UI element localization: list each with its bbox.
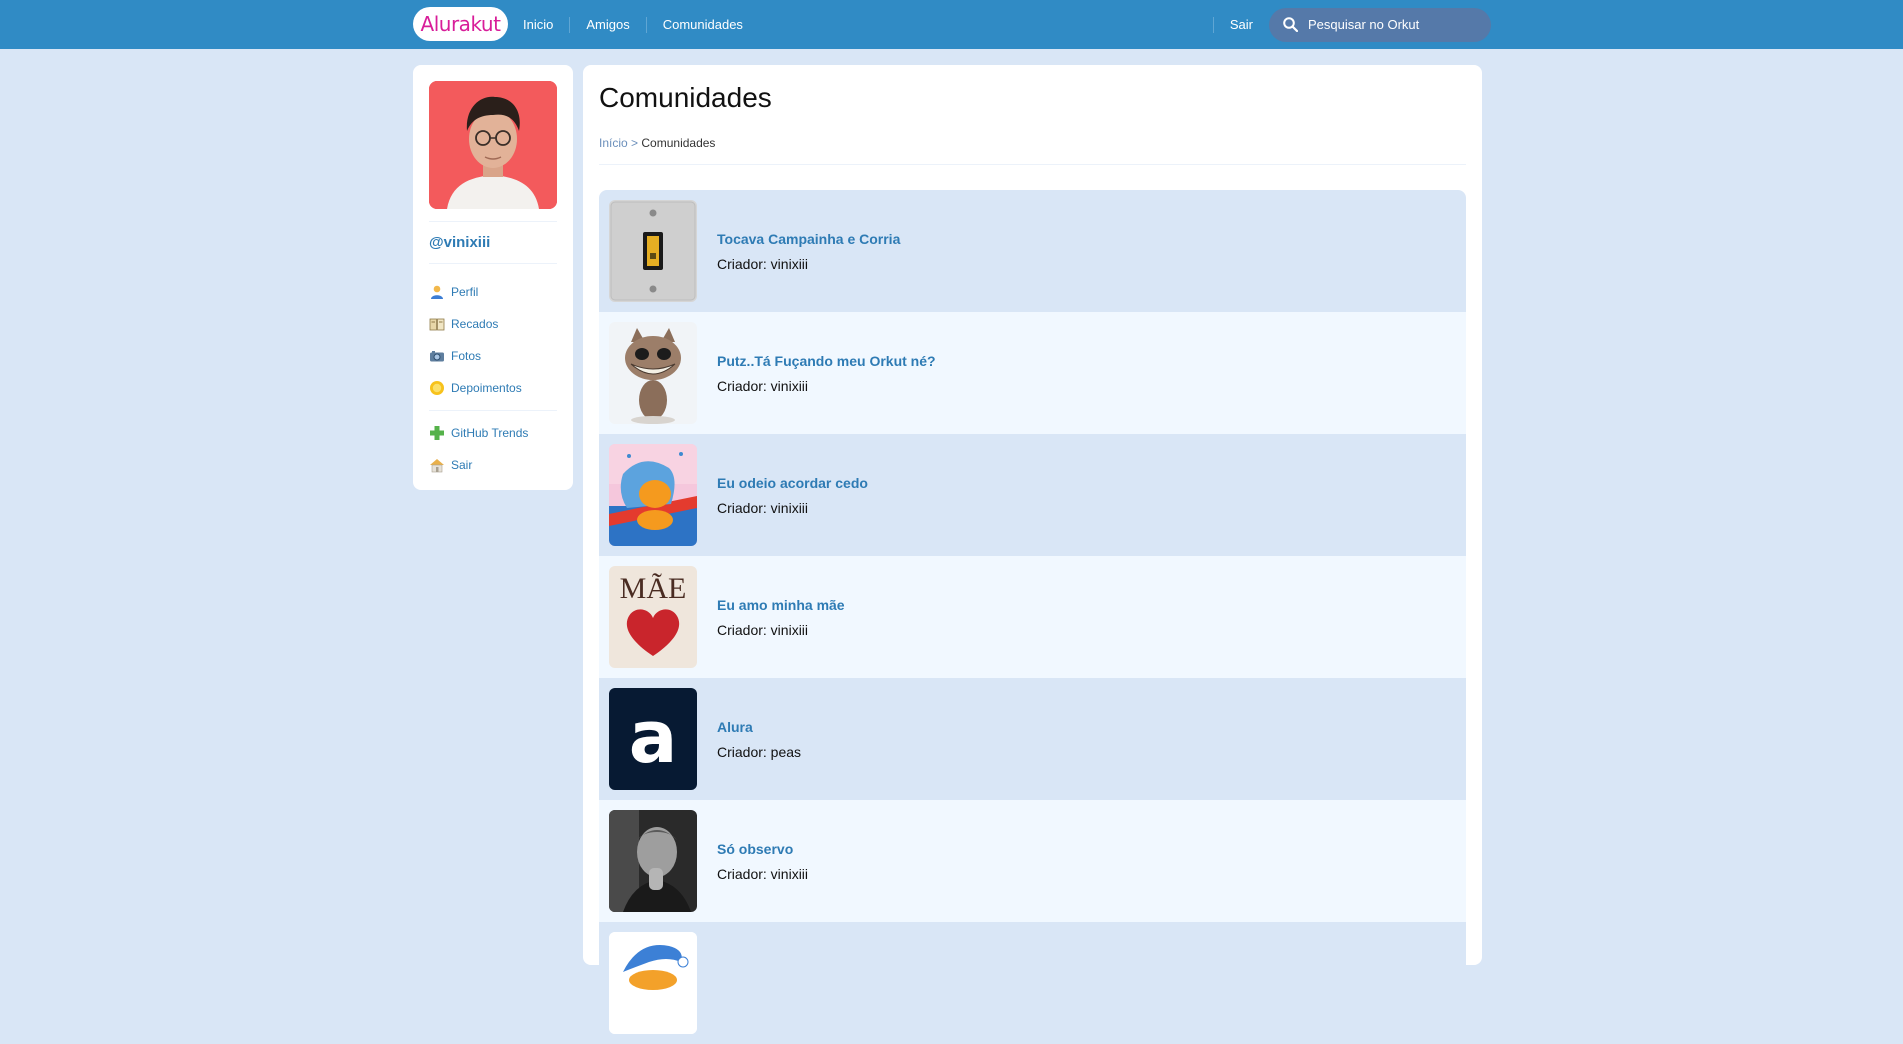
sleeping-cap-image xyxy=(609,932,697,1034)
menu-label-fotos[interactable]: Fotos xyxy=(451,349,481,363)
nav-amigos[interactable]: Amigos xyxy=(569,16,645,33)
community-name[interactable]: Eu amo minha mãe xyxy=(717,597,845,613)
profile-sidebar: @vinixiii Perfil Recados Fotos Depoiment… xyxy=(413,65,573,490)
nav-comunidades[interactable]: Comunidades xyxy=(645,16,759,33)
nav-inicio[interactable]: Inicio xyxy=(523,17,569,33)
communities-panel: Comunidades Início > Comunidades Tocava … xyxy=(583,65,1482,1044)
garfield-image xyxy=(609,444,697,546)
community-item[interactable]: Putz..Tá Fuçando meu Orkut né? Criador: … xyxy=(599,312,1466,434)
plus-icon xyxy=(430,426,444,440)
search-box[interactable] xyxy=(1269,7,1491,42)
user-icon xyxy=(431,285,443,299)
menu-label-depoimentos[interactable]: Depoimentos xyxy=(451,381,522,395)
menu-item-depoimentos[interactable]: Depoimentos xyxy=(429,372,557,404)
community-thumb[interactable]: MÃE xyxy=(609,566,697,668)
community-item[interactable]: a Alura Criador: peas xyxy=(599,678,1466,800)
community-thumb[interactable] xyxy=(609,444,697,546)
community-thumb[interactable] xyxy=(609,810,697,912)
sun-icon xyxy=(430,381,444,395)
alura-logo: a xyxy=(628,695,678,779)
menu-item-perfil[interactable]: Perfil xyxy=(429,276,557,308)
community-creator: Criador: peas xyxy=(717,743,802,760)
profile-menu: Perfil Recados Fotos Depoimentos xyxy=(429,276,557,404)
nav-right: Sair xyxy=(1212,0,1491,49)
menu-label-github-trends[interactable]: GitHub Trends xyxy=(451,426,528,440)
breadcrumb-current: Comunidades xyxy=(641,136,716,150)
home-icon xyxy=(430,459,444,473)
community-name[interactable]: Tocava Campainha e Corria xyxy=(717,231,900,247)
grinning-cat-image xyxy=(609,322,697,424)
community-name[interactable]: Alura xyxy=(717,719,801,735)
camera-icon xyxy=(430,351,444,362)
profile-username[interactable]: @vinixiii xyxy=(429,234,557,251)
menu-label-perfil[interactable]: Perfil xyxy=(451,285,478,299)
book-icon xyxy=(429,318,445,331)
community-thumb[interactable] xyxy=(609,200,697,302)
community-creator: Criador: vinixiii xyxy=(717,621,809,638)
top-bar-inner: Alurakut Inicio Amigos Comunidades Sair xyxy=(413,0,1491,49)
logout-link[interactable]: Sair xyxy=(1212,16,1269,33)
menu-label-recados[interactable]: Recados xyxy=(451,317,498,331)
community-name[interactable]: Só observo xyxy=(717,841,808,857)
avatar-photo xyxy=(429,81,557,209)
alurakut-logo[interactable]: Alurakut xyxy=(413,7,508,41)
community-creator: Criador: vinixiii xyxy=(717,499,809,516)
menu-item-sair[interactable]: Sair xyxy=(429,449,557,481)
page-title: Comunidades xyxy=(599,82,772,113)
breadcrumb: Início > Comunidades xyxy=(599,136,1466,165)
breadcrumb-home[interactable]: Início xyxy=(599,136,628,150)
community-item[interactable]: MÃE Eu amo minha mãe Criador: vinixiii xyxy=(599,556,1466,678)
community-name[interactable]: Eu odeio acordar cedo xyxy=(717,475,868,491)
community-item[interactable]: Tocava Campainha e Corria Criador: vinix… xyxy=(599,190,1466,312)
menu-item-github-trends[interactable]: GitHub Trends xyxy=(429,417,557,449)
community-creator: Criador: vinixiii xyxy=(717,377,809,394)
profile-menu-secondary: GitHub Trends Sair xyxy=(429,417,557,481)
heart-icon xyxy=(626,609,680,656)
main-nav: Inicio Amigos Comunidades xyxy=(523,0,759,49)
community-item[interactable] xyxy=(599,922,1466,1044)
divider xyxy=(429,221,557,222)
doorbell-image xyxy=(609,200,697,302)
divider xyxy=(429,263,557,264)
community-thumb[interactable] xyxy=(609,322,697,424)
menu-label-sair[interactable]: Sair xyxy=(451,458,472,472)
menu-item-recados[interactable]: Recados xyxy=(429,308,557,340)
community-thumb[interactable] xyxy=(609,932,697,1034)
community-creator: Criador: vinixiii xyxy=(717,255,809,272)
community-thumb[interactable]: a xyxy=(609,688,697,790)
observing-man-image xyxy=(609,810,697,912)
community-name[interactable]: Putz..Tá Fuçando meu Orkut né? xyxy=(717,353,936,369)
divider xyxy=(429,410,557,411)
top-bar: Alurakut Inicio Amigos Comunidades Sair xyxy=(0,0,1903,49)
community-creator: Criador: vinixiii xyxy=(717,865,809,882)
search-icon xyxy=(1283,17,1298,32)
community-item[interactable]: Só observo Criador: vinixiii xyxy=(599,800,1466,922)
menu-item-fotos[interactable]: Fotos xyxy=(429,340,557,372)
community-list: Tocava Campainha e Corria Criador: vinix… xyxy=(599,190,1466,1044)
breadcrumb-separator: > xyxy=(631,136,639,150)
avatar[interactable] xyxy=(429,81,557,209)
community-item[interactable]: Eu odeio acordar cedo Criador: vinixiii xyxy=(599,434,1466,556)
search-input[interactable] xyxy=(1308,17,1468,32)
